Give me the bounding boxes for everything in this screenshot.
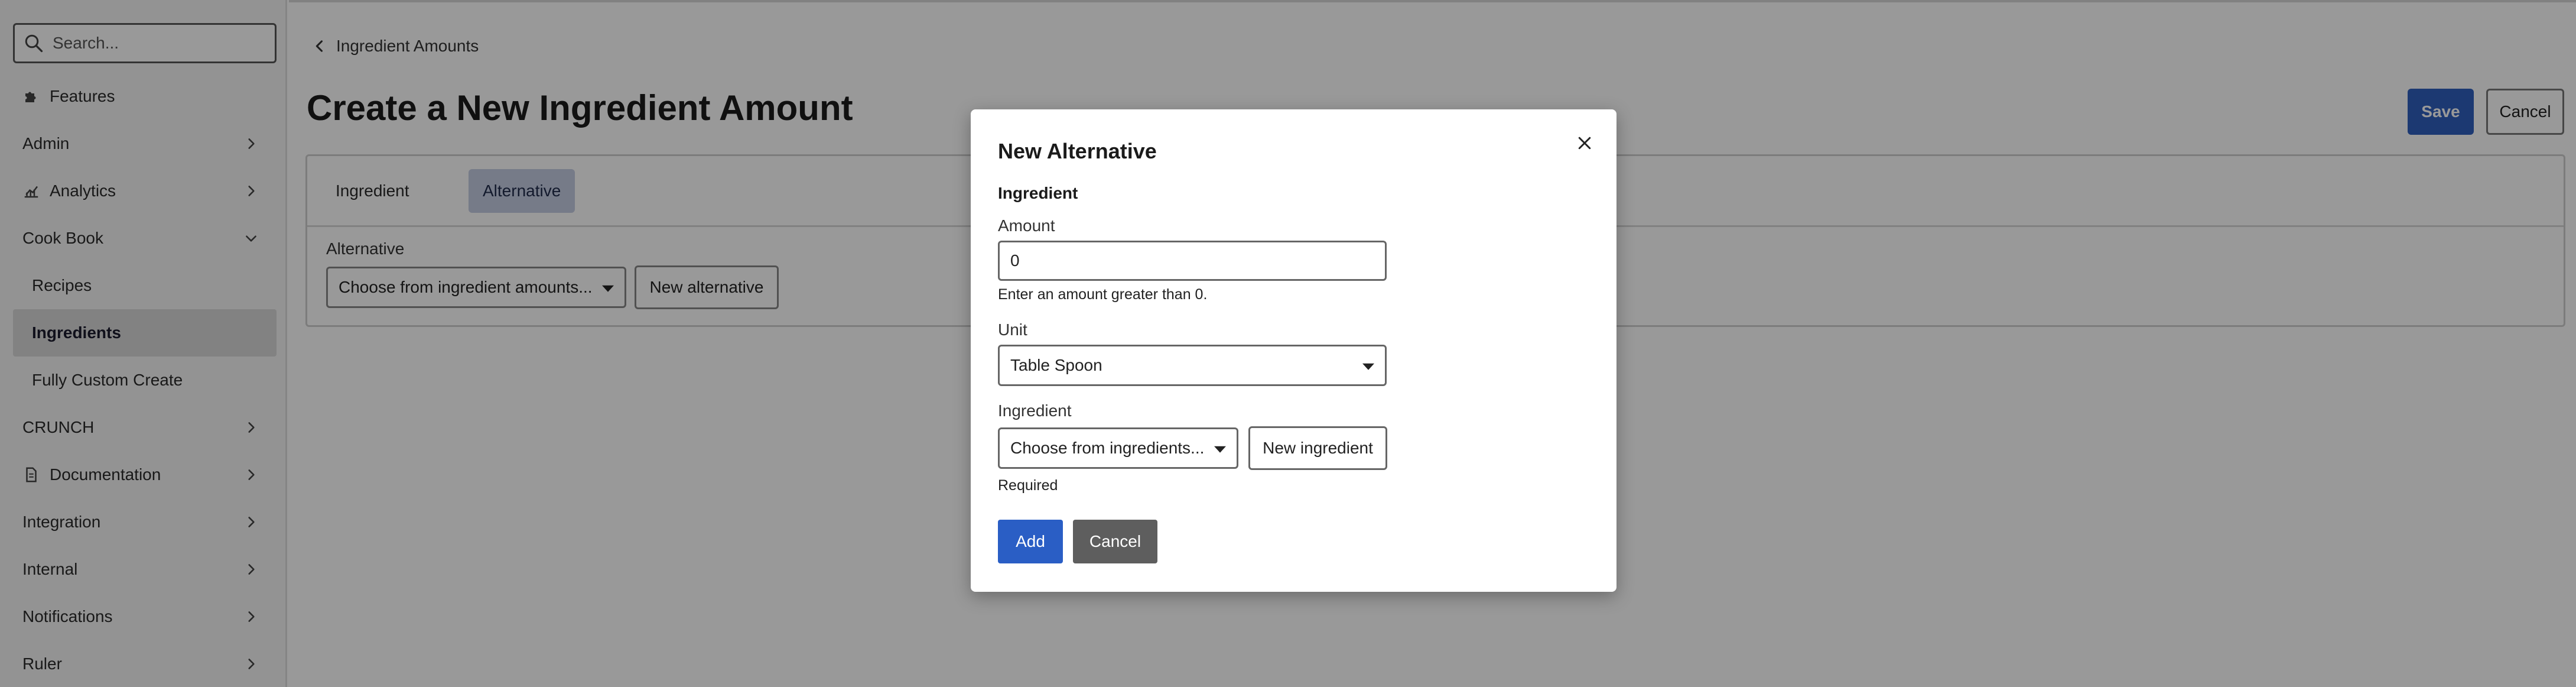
caret-down-icon [1214, 446, 1226, 453]
amount-input[interactable] [998, 241, 1387, 281]
unit-select-value: Table Spoon [1010, 356, 1102, 374]
amount-label: Amount [998, 216, 1055, 235]
dialog-cancel-button[interactable]: Cancel [1073, 520, 1157, 563]
section-heading-ingredient: Ingredient [998, 184, 1078, 202]
new-alternative-dialog: New Alternative Ingredient Amount Enter … [971, 109, 1616, 592]
ingredient-required-text: Required [998, 477, 1058, 494]
caret-down-icon [1362, 363, 1374, 370]
ingredient-select[interactable]: Choose from ingredients... [998, 427, 1238, 469]
ingredient-select-value: Choose from ingredients... [1010, 439, 1205, 457]
new-ingredient-button[interactable]: New ingredient [1248, 426, 1387, 470]
close-icon [1578, 137, 1591, 150]
unit-label: Unit [998, 320, 1027, 339]
close-button[interactable] [1572, 130, 1598, 156]
unit-select[interactable]: Table Spoon [998, 345, 1387, 386]
dialog-title: New Alternative [998, 139, 1157, 163]
add-button[interactable]: Add [998, 520, 1063, 563]
amount-help-text: Enter an amount greater than 0. [998, 286, 1208, 303]
ingredient-label: Ingredient [998, 401, 1072, 420]
